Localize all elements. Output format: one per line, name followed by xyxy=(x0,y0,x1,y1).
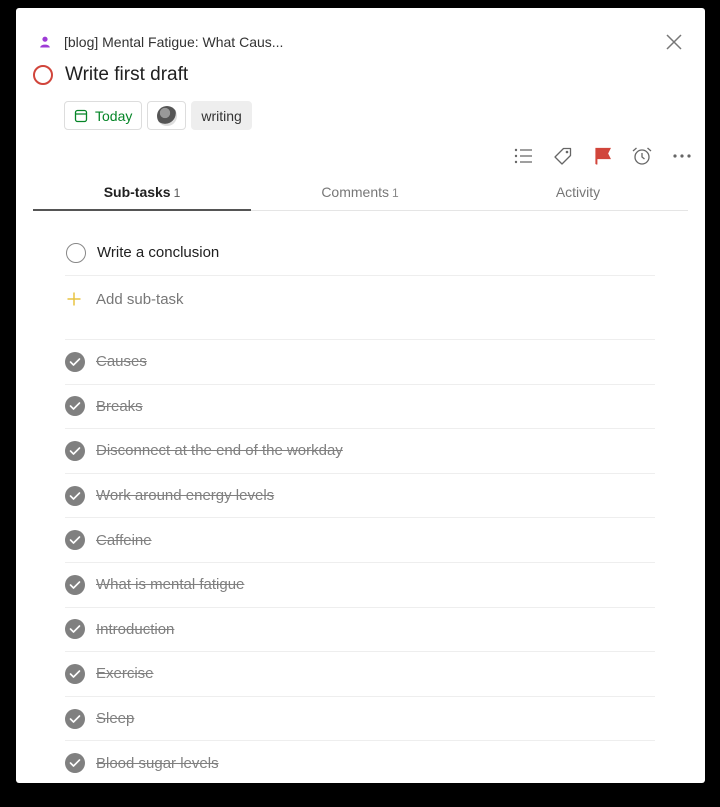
plus-icon xyxy=(67,292,81,306)
project-name[interactable]: [blog] Mental Fatigue: What Caus... xyxy=(64,34,283,50)
completed-checkbox[interactable] xyxy=(65,440,85,461)
reminder-alarm-icon xyxy=(632,147,652,165)
completed-subtask-item[interactable]: What is mental fatigue xyxy=(65,563,655,608)
task-title[interactable]: Write first draft xyxy=(65,64,188,86)
tab-count: 1 xyxy=(392,186,399,200)
completed-subtask-text[interactable]: Disconnect at the end of the workday xyxy=(96,442,343,459)
completed-subtask-item[interactable]: Caffeine xyxy=(65,518,655,563)
completed-subtask-item[interactable]: Causes xyxy=(65,340,655,385)
subtasks-list-icon xyxy=(514,148,532,164)
completed-checkbox[interactable] xyxy=(65,574,85,595)
tab-activity[interactable]: Activity xyxy=(469,180,687,210)
completed-subtask-item[interactable]: Exercise xyxy=(65,652,655,697)
checkmark-icon xyxy=(69,670,81,678)
priority-button[interactable] xyxy=(583,143,623,169)
task-detail-dialog: [blog] Mental Fatigue: What Caus... Writ… xyxy=(16,8,705,783)
completed-checkbox[interactable] xyxy=(65,663,85,684)
completed-subtask-item[interactable]: Disconnect at the end of the workday xyxy=(65,429,655,474)
checkmark-icon xyxy=(69,580,81,589)
completed-subtask-item[interactable]: Breaks xyxy=(65,385,655,430)
completed-subtask-text[interactable]: Sleep xyxy=(96,710,134,727)
task-header: Write first draft xyxy=(33,64,188,86)
reminder-button[interactable] xyxy=(623,143,663,169)
person-icon xyxy=(38,35,52,49)
close-button[interactable] xyxy=(660,28,688,56)
checkmark-icon xyxy=(69,402,81,411)
completed-subtask-item[interactable]: Introduction xyxy=(65,608,655,653)
completed-checkbox[interactable] xyxy=(65,619,85,640)
tab-comments[interactable]: Comments 1 xyxy=(251,180,469,210)
checkmark-icon xyxy=(69,714,81,723)
breadcrumb[interactable]: [blog] Mental Fatigue: What Caus... xyxy=(38,32,283,52)
completed-subtask-text[interactable]: Causes xyxy=(96,353,147,370)
checkmark-icon xyxy=(69,491,81,500)
task-action-bar xyxy=(504,143,702,169)
subtask-text[interactable]: Write a conclusion xyxy=(97,244,219,261)
tab-label: Sub-tasks xyxy=(103,184,171,200)
more-actions-button[interactable] xyxy=(662,143,702,169)
tab-label: Activity xyxy=(555,184,601,200)
add-subtask-button[interactable]: Add sub-task xyxy=(65,276,655,322)
task-chips: Today writing xyxy=(64,101,252,130)
assignee-chip[interactable] xyxy=(147,101,187,130)
completed-subtask-item[interactable]: Sleep xyxy=(65,697,655,742)
more-icon xyxy=(673,154,691,158)
subtask-item[interactable]: Write a conclusion xyxy=(65,230,655,276)
tab-label: Comments xyxy=(321,184,389,200)
tab-sub-tasks[interactable]: Sub-tasks 1 xyxy=(33,180,251,211)
label-button[interactable] xyxy=(544,143,584,169)
checkmark-icon xyxy=(69,536,81,544)
close-icon xyxy=(666,34,682,50)
completed-checkbox[interactable] xyxy=(65,351,85,372)
checkmark-icon xyxy=(69,447,81,455)
completed-checkbox[interactable] xyxy=(65,708,85,729)
completed-subtask-item[interactable]: Blood sugar levels xyxy=(65,741,655,783)
label-tag-icon xyxy=(554,147,572,165)
add-subtask-label: Add sub-task xyxy=(96,290,184,308)
checkmark-icon xyxy=(69,357,81,366)
subtask-checkbox[interactable] xyxy=(66,242,86,263)
label-chip[interactable]: writing xyxy=(191,101,252,130)
completed-subtasks: Causes Breaks Disconnect at the end of the… xyxy=(65,339,655,783)
completed-subtask-text[interactable]: Introduction xyxy=(96,621,174,638)
detail-tabs: Sub-tasks 1 Comments 1 Activity xyxy=(33,180,688,211)
subtasks-list-button[interactable] xyxy=(504,143,544,169)
tab-count: 1 xyxy=(173,186,181,200)
subtask-list: Write a conclusion Add sub-task Causes Br… xyxy=(65,230,655,783)
priority-flag-icon xyxy=(595,147,611,165)
completed-subtask-text[interactable]: Breaks xyxy=(96,398,143,415)
due-date-label: Today xyxy=(95,107,133,124)
task-complete-checkbox[interactable] xyxy=(33,65,53,85)
checkmark-icon xyxy=(69,759,81,767)
calendar-icon xyxy=(74,109,88,122)
due-date-chip[interactable]: Today xyxy=(64,101,143,130)
checkmark-icon xyxy=(69,625,81,634)
completed-subtask-item[interactable]: Work around energy levels xyxy=(65,474,655,519)
completed-subtask-text[interactable]: Exercise xyxy=(96,665,154,682)
avatar xyxy=(156,105,177,126)
completed-subtask-text[interactable]: Caffeine xyxy=(96,532,152,549)
completed-subtask-text[interactable]: What is mental fatigue xyxy=(96,576,244,593)
label-text: writing xyxy=(201,107,242,124)
completed-subtask-text[interactable]: Work around energy levels xyxy=(96,487,274,504)
completed-subtask-text[interactable]: Blood sugar levels xyxy=(96,755,219,772)
completed-checkbox[interactable] xyxy=(65,485,85,506)
completed-checkbox[interactable] xyxy=(65,396,85,417)
completed-checkbox[interactable] xyxy=(65,530,85,551)
completed-checkbox[interactable] xyxy=(65,753,85,774)
